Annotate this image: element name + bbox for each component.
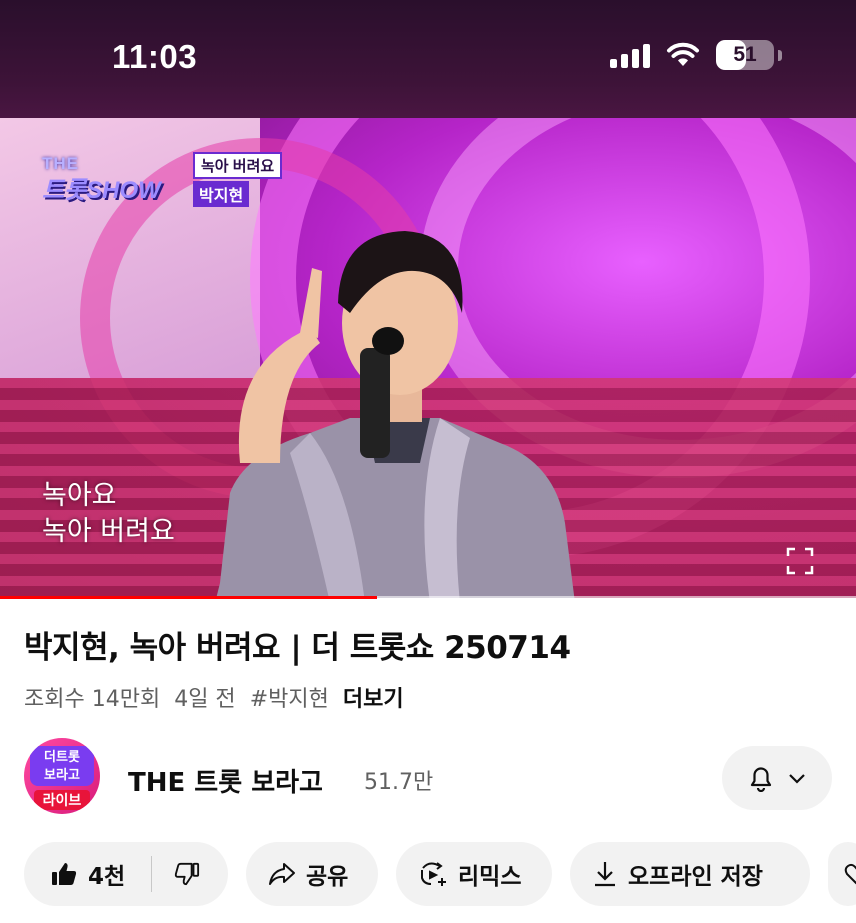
thumbs-up-icon[interactable] <box>50 860 78 888</box>
download-icon <box>592 860 618 888</box>
like-divider <box>151 856 153 892</box>
video-progress-fill <box>0 596 377 599</box>
like-count[interactable]: 4천 <box>88 857 125 891</box>
channel-name[interactable]: THE 트롯 보라고 <box>128 762 323 799</box>
logo-main: 트롯SHOW <box>42 177 161 204</box>
bell-icon <box>748 764 774 792</box>
wifi-icon <box>666 42 700 68</box>
remix-label: 리믹스 <box>458 864 522 890</box>
heart-icon <box>844 862 856 886</box>
avatar-badge: 라이브 <box>34 790 90 810</box>
channel-avatar[interactable]: 더트롯 보라고 라이브 <box>24 738 100 814</box>
subtitle-line: 녹아 버려요 <box>42 516 175 547</box>
upload-age: 4일 전 <box>174 687 236 712</box>
video-progress-bar[interactable] <box>0 596 856 599</box>
share-icon <box>268 862 296 886</box>
battery-tip <box>778 49 782 61</box>
subtitle: 녹아요 녹아 버려요 <box>42 478 175 550</box>
status-bar: 11:03 51 <box>0 0 856 118</box>
artist-tag: 박지현 <box>193 181 250 207</box>
subtitle-line: 녹아요 <box>42 480 117 511</box>
offline-save-button[interactable]: 오프라인 저장 <box>570 842 810 906</box>
more-button[interactable]: 더보기 <box>343 681 404 713</box>
remix-icon <box>418 860 448 888</box>
notification-button[interactable] <box>722 746 832 810</box>
status-time: 11:03 <box>112 38 198 75</box>
song-tag: 녹아 버려요 <box>193 152 283 179</box>
offline-label: 오프라인 저장 <box>628 864 763 890</box>
show-logo: THE 트롯SHOW <box>42 154 161 205</box>
remix-button[interactable]: 리믹스 <box>396 842 552 906</box>
action-bar: 4천 공유 리믹스 오프라인 저장 <box>24 842 856 906</box>
video-meta[interactable]: 조회수 14만회 4일 전 #박지현 더보기 <box>24 681 404 713</box>
video-player[interactable]: THE 트롯SHOW 녹아 버려요 박지현 녹아요 녹아 버려요 <box>0 118 856 598</box>
view-count: 조회수 14만회 <box>24 687 161 712</box>
like-dislike-group: 4천 <box>24 842 228 906</box>
chevron-down-icon <box>788 772 806 784</box>
avatar-text: 보라고 <box>44 767 80 782</box>
battery-icon: 51 <box>716 40 774 70</box>
share-label: 공유 <box>306 864 349 890</box>
signal-icon <box>610 42 650 68</box>
hashtag-link[interactable]: #박지현 <box>250 681 329 713</box>
avatar-logo: 더트롯 보라고 <box>30 746 94 786</box>
performer-figure <box>216 231 575 598</box>
subscriber-count: 51.7만 <box>364 770 434 795</box>
battery-level: 51 <box>733 43 757 66</box>
video-title: 박지현, 녹아 버려요 | 더 트롯쇼 250714 <box>24 630 571 666</box>
status-icons: 51 <box>610 40 782 70</box>
fullscreen-icon[interactable] <box>786 547 814 575</box>
thumbs-down-icon[interactable] <box>174 861 200 887</box>
song-caption: 녹아 버려요 박지현 <box>193 152 283 207</box>
avatar-text: 더트롯 <box>44 749 80 764</box>
share-button[interactable]: 공유 <box>246 842 378 906</box>
save-button[interactable] <box>828 842 856 906</box>
